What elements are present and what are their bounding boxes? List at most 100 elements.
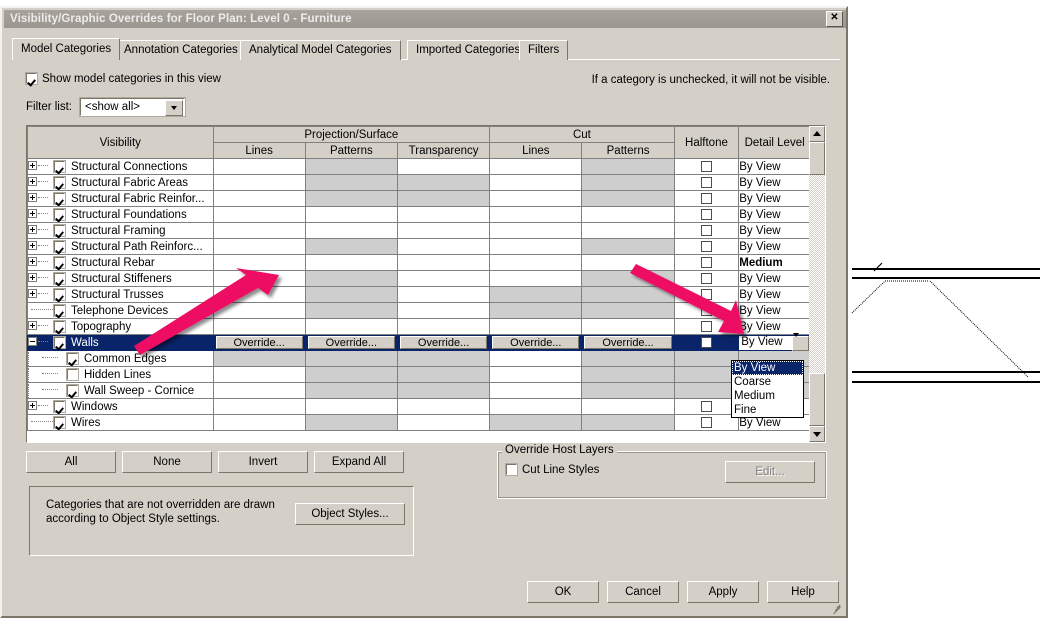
category-visibility-checkbox[interactable] [53,191,66,205]
halftone-checkbox[interactable] [700,257,712,269]
show-model-categories-row[interactable]: Show model categories in this view [25,72,221,85]
cell-cut-lines[interactable] [489,366,583,383]
cell-cut-patterns[interactable] [581,398,675,415]
cell-cut-lines[interactable] [489,206,583,223]
category-visibility-checkbox[interactable] [53,335,66,349]
cell-ps-lines[interactable] [212,270,306,287]
cell-halftone[interactable] [673,286,740,303]
table-row[interactable]: Walls Override... Override... Override... Ov… [27,332,811,351]
col-cut-lines[interactable]: Lines [489,142,583,159]
cell-halftone[interactable] [673,222,740,239]
cell-ps-patterns[interactable]: Override... [304,334,398,351]
cell-ps-transparency[interactable] [396,222,491,239]
cell-cut-lines[interactable] [489,350,583,367]
cell-ps-lines[interactable] [212,238,306,255]
cell-ps-transparency[interactable] [396,270,491,287]
table-row[interactable]: Telephone Devices By View [27,302,811,319]
cell-cut-lines[interactable] [489,158,583,175]
cell-ps-transparency[interactable] [396,318,491,335]
cell-ps-transparency[interactable] [396,206,491,223]
expand-icon[interactable] [28,288,54,302]
cell-ps-lines[interactable] [212,174,306,191]
cell-ps-lines[interactable] [212,222,306,239]
col-cut-patterns[interactable]: Patterns [581,142,675,159]
cell-detail-level[interactable]: By View [738,174,811,191]
cell-halftone[interactable] [673,398,740,415]
category-name-cell[interactable]: Common Edges [27,350,214,367]
cell-ps-lines[interactable] [212,254,306,271]
halftone-checkbox[interactable] [700,401,712,413]
cell-ps-patterns[interactable] [304,398,398,415]
cell-halftone[interactable] [673,318,740,335]
cell-halftone[interactable] [673,158,740,175]
category-name-cell[interactable]: Hidden Lines [27,366,214,383]
cancel-button[interactable]: Cancel [607,581,679,603]
cell-cut-lines[interactable] [489,174,583,191]
table-row[interactable]: Structural Framing By View [27,222,811,239]
cell-halftone[interactable] [673,238,740,255]
cell-ps-transparency[interactable] [396,398,491,415]
override-button[interactable]: Override... [307,336,395,349]
cell-ps-lines[interactable] [212,414,306,431]
col-ps-patterns[interactable]: Patterns [304,142,398,159]
category-name-cell[interactable]: Wall Sweep - Cornice [27,382,214,399]
cell-ps-transparency[interactable]: Override... [396,334,491,351]
filter-list-select[interactable]: <show all> [79,97,186,117]
chevron-down-icon[interactable] [165,100,183,116]
detail-level-dropdown-list[interactable]: By View Coarse Medium Fine [731,360,804,418]
col-ps-transparency[interactable]: Transparency [396,142,491,159]
table-row[interactable]: Structural Connections By View [27,158,811,175]
table-row[interactable]: Structural Rebar Medium [27,254,811,271]
category-name-cell[interactable]: Structural Rebar [27,254,214,271]
cell-cut-lines[interactable] [489,222,583,239]
close-icon[interactable]: ✕ [826,11,843,27]
category-name-cell[interactable]: Structural Fabric Reinfor... [27,190,214,207]
cell-cut-patterns[interactable]: Override... [581,334,675,351]
category-name-cell[interactable]: Wires [27,414,214,431]
table-row[interactable]: Structural Trusses By View [27,286,811,303]
cell-ps-lines[interactable] [212,398,306,415]
cut-line-styles-row[interactable]: Cut Line Styles [505,463,599,476]
tab-imported-categories[interactable]: Imported Categories [407,40,530,60]
halftone-checkbox[interactable] [700,209,712,221]
cell-halftone[interactable] [673,254,740,271]
category-name-cell[interactable]: Structural Stiffeners [27,270,214,287]
col-detail-level[interactable]: Detail Level [738,126,811,159]
cell-cut-lines[interactable] [489,254,583,271]
tab-analytical-model-categories[interactable]: Analytical Model Categories [240,40,401,60]
col-ps-lines[interactable]: Lines [212,142,306,159]
cell-detail-level[interactable]: By View [738,190,811,207]
table-row[interactable]: Common Edges [27,350,811,367]
cell-ps-lines[interactable] [212,382,306,399]
cell-ps-patterns[interactable] [304,206,398,223]
cell-cut-lines[interactable] [489,382,583,399]
cell-ps-lines[interactable] [212,302,306,319]
table-row[interactable]: Structural Fabric Reinfor... By View [27,190,811,207]
category-visibility-checkbox[interactable] [53,159,66,173]
cell-cut-lines[interactable] [489,238,583,255]
cell-detail-level[interactable]: By View [738,318,811,335]
table-row[interactable]: WindowsBy View [27,398,811,415]
override-button[interactable]: Override... [399,336,488,349]
col-halftone[interactable]: Halftone [673,126,740,159]
cell-cut-lines[interactable] [489,318,583,335]
cell-detail-level[interactable]: By View [738,286,811,303]
cell-halftone[interactable] [673,302,740,319]
expand-icon[interactable] [28,272,54,286]
halftone-checkbox[interactable] [700,177,712,189]
scroll-up-icon[interactable] [809,126,825,142]
cell-halftone[interactable] [673,334,740,351]
tab-model-categories[interactable]: Model Categories [12,38,121,60]
cut-line-styles-checkbox[interactable] [505,463,518,476]
expand-icon[interactable] [28,256,54,270]
apply-button[interactable]: Apply [687,581,759,603]
scroll-down-icon[interactable] [809,426,825,442]
halftone-checkbox[interactable] [700,161,712,173]
chevron-down-icon[interactable] [792,332,809,351]
cell-ps-patterns[interactable] [304,222,398,239]
category-name-cell[interactable]: Structural Connections [27,158,214,175]
cell-detail-level[interactable]: By View [738,222,811,239]
col-visibility[interactable]: Visibility [27,126,214,159]
halftone-checkbox[interactable] [700,321,712,333]
category-visibility-checkbox[interactable] [53,175,66,189]
